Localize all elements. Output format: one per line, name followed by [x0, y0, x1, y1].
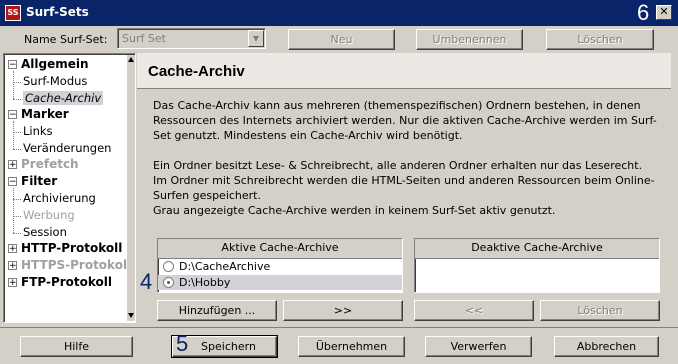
save-label: Speichern — [201, 340, 256, 353]
tree-connector — [13, 232, 21, 234]
close-icon: ✕ — [659, 5, 669, 18]
tree-item-3-1[interactable]: Werbung — [23, 208, 75, 222]
window-title: Surf-Sets — [26, 5, 89, 19]
tree-item-label: Archivierung — [23, 191, 96, 206]
tree-group-label: HTTP-Protokoll — [21, 241, 123, 256]
content-panel: Cache-Archiv Das Cache-Archiv kann aus m… — [137, 53, 675, 323]
panel-header: Cache-Archiv — [137, 53, 671, 89]
tree-item-0-0[interactable]: Surf-Modus — [23, 74, 87, 88]
plus-icon[interactable]: + — [8, 244, 17, 254]
inactive-archives-header: Deaktive Cache-Archive — [415, 239, 659, 259]
minus-icon[interactable]: − — [8, 60, 17, 70]
tree-item-label: Werbung — [23, 208, 75, 222]
move-right-button[interactable]: >> — [283, 300, 403, 321]
scroll-up-icon[interactable] — [128, 57, 134, 62]
settings-tree: − Allgemein Surf-Modus Cache-Archiv − Marker L… — [3, 53, 136, 323]
tree-item-label: Veränderungen — [23, 140, 112, 155]
tree-item-label: Links — [23, 124, 53, 139]
title-bar: SS Surf-Sets 6 ✕ — [0, 0, 678, 26]
tree-group-label: Allgemein — [21, 57, 89, 71]
tree-item-1-0[interactable]: Links — [23, 124, 53, 138]
rename-button[interactable]: Umbenennen — [416, 29, 523, 50]
active-archives-header: Aktive Cache-Archive — [158, 239, 402, 259]
tree-group-label: HTTPS-Protokoll — [21, 258, 132, 273]
annotation-marker-6: 6 — [637, 0, 650, 25]
tree-connector — [13, 188, 14, 234]
delete-archive-button[interactable]: Löschen — [540, 300, 660, 321]
cancel-button[interactable]: Abbrechen — [554, 336, 659, 357]
description-paragraph-1: Das Cache-Archiv kann aus mehreren (them… — [153, 99, 657, 142]
plus-icon[interactable]: + — [8, 160, 17, 170]
discard-button[interactable]: Verwerfen — [425, 336, 532, 357]
tree-group-label: FTP-Protokoll — [21, 275, 113, 290]
archive-path-label: D:\Hobby — [179, 276, 231, 289]
tree-item-3-2[interactable]: Session — [23, 225, 67, 239]
tree-connector — [13, 121, 14, 150]
chevron-down-icon[interactable]: ▼ — [248, 30, 264, 47]
move-left-button[interactable]: << — [414, 300, 534, 321]
tree-item-label: Cache-Archiv — [23, 90, 104, 105]
delete-surfset-button[interactable]: Löschen — [546, 29, 654, 50]
help-button[interactable]: Hilfe — [20, 336, 133, 357]
tree-connector — [13, 71, 14, 100]
close-button[interactable]: ✕ — [656, 5, 672, 20]
list-item[interactable]: D:\CacheArchive — [158, 259, 402, 274]
plus-icon[interactable]: + — [8, 261, 17, 271]
tree-connector — [13, 132, 21, 134]
tree-group-label: Marker — [21, 107, 69, 122]
tree-connector — [13, 216, 21, 217]
active-archives-list[interactable]: Aktive Cache-Archive D:\CacheArchive D:\… — [157, 238, 403, 293]
minus-icon[interactable]: − — [8, 177, 17, 187]
tree-connector — [13, 82, 21, 83]
surfset-name-value: Surf Set — [122, 32, 166, 45]
description-paragraph-2: Ein Ordner besitzt Lese- & Schreibrecht,… — [153, 159, 655, 202]
radio-icon-checked[interactable] — [163, 277, 174, 288]
tree-scrollbar[interactable] — [127, 55, 135, 321]
add-archive-button[interactable]: Hinzufügen ... — [157, 300, 277, 321]
archive-path-label: D:\CacheArchive — [179, 260, 271, 273]
tree-item-3-0[interactable]: Archivierung — [23, 191, 96, 205]
app-icon: SS — [5, 5, 21, 21]
tree-connector — [13, 98, 21, 100]
inactive-archives-list[interactable]: Deaktive Cache-Archive — [414, 238, 660, 293]
description-paragraph-3: Grau angezeigte Cache-Archive werden in … — [153, 204, 556, 217]
surfset-name-combo[interactable]: Surf Set ▼ — [117, 28, 266, 49]
scroll-down-icon[interactable] — [128, 313, 134, 318]
plus-icon[interactable]: + — [8, 278, 17, 288]
tree-item-label: Session — [23, 224, 67, 239]
annotation-marker-5: 5 — [176, 331, 189, 356]
tree-group-label: Filter — [21, 174, 58, 189]
tree-connector — [13, 199, 21, 201]
tree-group-label: Prefetch — [21, 157, 79, 172]
tree-item-label: Surf-Modus — [23, 74, 88, 88]
name-surfset-label: Name Surf-Set: — [24, 33, 108, 46]
minus-icon[interactable]: − — [8, 110, 17, 120]
annotation-marker-4: 4 — [140, 269, 153, 294]
radio-icon[interactable] — [163, 261, 174, 272]
new-button[interactable]: Neu — [288, 29, 395, 50]
list-item[interactable]: D:\Hobby — [158, 275, 402, 290]
page-title: Cache-Archiv — [148, 63, 245, 80]
tree-item-0-1[interactable]: Cache-Archiv — [23, 90, 104, 105]
tree-item-1-1[interactable]: Veränderungen — [23, 141, 111, 155]
apply-button[interactable]: Übernehmen — [298, 336, 405, 357]
tree-connector — [13, 148, 21, 150]
